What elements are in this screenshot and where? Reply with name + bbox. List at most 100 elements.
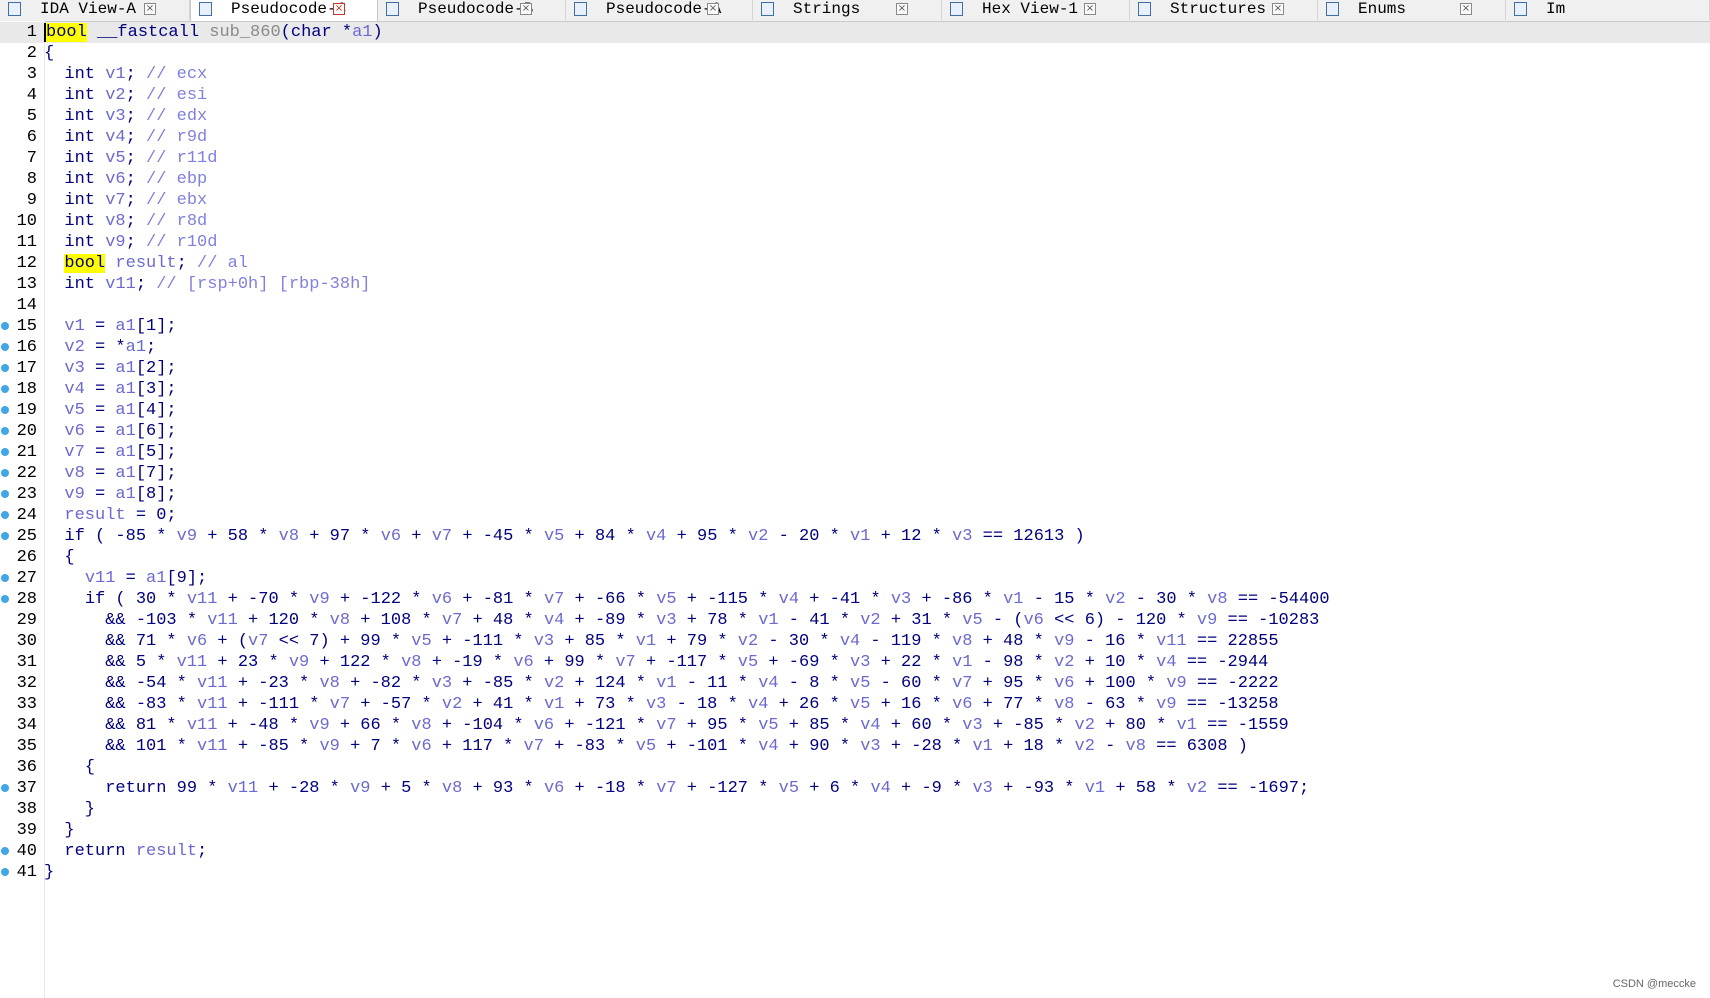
tab-label: Enums (1358, 0, 1407, 18)
code-text: v3 = a1[2]; (64, 359, 177, 378)
line-number: 35 (16, 737, 37, 756)
code-line[interactable]: 23 v9 = a1[8]; (0, 484, 1710, 505)
code-line[interactable]: 36 { (0, 757, 1710, 778)
code-text: && -83 * v11 + -111 * v7 + -57 * v2 + 41… (44, 695, 1279, 714)
code-line[interactable]: 2{ (0, 43, 1710, 64)
code-line[interactable]: 30 && 71 * v6 + (v7 << 7) + 99 * v5 + -1… (0, 631, 1710, 652)
line-number: 4 (26, 86, 37, 105)
line-number: 29 (16, 611, 37, 630)
disassembly-view-icon (8, 2, 21, 16)
code-line[interactable]: 13 int v11; // [rsp+0h] [rbp-38h] (0, 274, 1710, 295)
tab-label: Hex View-1 (982, 0, 1079, 18)
line-number: 13 (16, 275, 37, 294)
code-line[interactable]: 40 return result; (0, 841, 1710, 862)
line-number: 25 (16, 527, 37, 546)
line-number: 26 (16, 548, 37, 567)
pseudocode-icon (199, 2, 212, 16)
code-text: v1 = a1[1]; (64, 317, 177, 336)
line-number: 34 (16, 716, 37, 735)
line-number: 14 (16, 296, 37, 315)
close-tab-icon[interactable]: × (707, 3, 719, 15)
line-number: 16 (16, 338, 37, 357)
code-text: if ( -85 * v9 + 58 * v8 + 97 * v6 + v7 +… (64, 527, 1085, 546)
tab-ida-view-a[interactable]: IDA View-A × (0, 0, 190, 20)
line-number: 5 (26, 107, 37, 126)
tab-structures[interactable]: Structures × (1130, 0, 1318, 20)
code-line[interactable]: 25 if ( -85 * v9 + 58 * v8 + 97 * v6 + v… (0, 526, 1710, 547)
code-line[interactable]: 7 int v5; // r11d (0, 148, 1710, 169)
tab-hex-view-1[interactable]: Hex View-1 × (942, 0, 1130, 20)
code-line[interactable]: 37 return 99 * v11 + -28 * v9 + 5 * v8 +… (0, 778, 1710, 799)
code-line[interactable]: 39 } (0, 820, 1710, 841)
code-text: } (44, 800, 96, 819)
code-text: } (44, 821, 75, 840)
code-line[interactable]: 14 (0, 295, 1710, 316)
close-tab-icon[interactable]: × (520, 3, 532, 15)
code-line[interactable]: 8 int v6; // ebp (0, 169, 1710, 190)
pseudocode-editor[interactable]: 1 bool __fastcall sub_860(char *a1) 2{3 in… (0, 21, 1710, 998)
code-line[interactable]: 16 v2 = *a1; (0, 337, 1710, 358)
code-line[interactable]: 5 int v3; // edx (0, 106, 1710, 127)
code-line[interactable]: 28 if ( 30 * v11 + -70 * v9 + -122 * v6 … (0, 589, 1710, 610)
tab-pseudocode-c[interactable]: Pseudocode-C × (190, 0, 378, 21)
code-line[interactable]: 34 && 81 * v11 + -48 * v9 + 66 * v8 + -1… (0, 715, 1710, 736)
line-number: 40 (16, 842, 37, 861)
tab-pseudocode-b[interactable]: Pseudocode-B × (378, 0, 566, 20)
close-tab-icon[interactable]: × (1272, 3, 1284, 15)
line-number: 27 (16, 569, 37, 588)
tab-pseudocode-a[interactable]: Pseudocode-A × (566, 0, 753, 20)
code-line[interactable]: 29 && -103 * v11 + 120 * v8 + 108 * v7 +… (0, 610, 1710, 631)
tab-label: Strings (793, 0, 861, 18)
line-number: 19 (16, 401, 37, 420)
code-line[interactable]: 17 v3 = a1[2]; (0, 358, 1710, 379)
line-number: 1 (26, 23, 37, 42)
code-text: if ( 30 * v11 + -70 * v9 + -122 * v6 + -… (84, 590, 1330, 609)
close-tab-icon[interactable]: × (896, 3, 908, 15)
code-text: v6 = a1[6]; (64, 422, 177, 441)
code-text: v5 = a1[4]; (64, 401, 177, 420)
line-number: 24 (16, 506, 37, 525)
tab-enums[interactable]: Enums × (1318, 0, 1506, 20)
code-text: { (44, 548, 75, 567)
code-line[interactable]: 41} (0, 862, 1710, 883)
close-tab-icon[interactable]: × (1084, 3, 1096, 15)
line-number: 28 (16, 590, 37, 609)
code-line[interactable]: 27 v11 = a1[9]; (0, 568, 1710, 589)
code-line[interactable]: 4 int v2; // esi (0, 85, 1710, 106)
code-line[interactable]: 9 int v7; // ebx (0, 190, 1710, 211)
line-number: 41 (16, 863, 37, 882)
code-text: int v11; // [rsp+0h] [rbp-38h] (64, 275, 371, 294)
code-line[interactable]: 11 int v9; // r10d (0, 232, 1710, 253)
code-line[interactable]: 33 && -83 * v11 + -111 * v7 + -57 * v2 +… (0, 694, 1710, 715)
code-line[interactable]: 21 v7 = a1[5]; (0, 442, 1710, 463)
code-line[interactable]: 15 v1 = a1[1]; (0, 316, 1710, 337)
imports-icon (1514, 2, 1527, 16)
code-line[interactable]: 24 result = 0; (0, 505, 1710, 526)
code-text: v2 = *a1; (64, 338, 157, 357)
code-line[interactable]: 12 bool result; // al (0, 253, 1710, 274)
close-tab-icon[interactable]: × (1460, 3, 1472, 15)
code-line[interactable]: 38 } (0, 799, 1710, 820)
line-number: 10 (16, 212, 37, 231)
line-number: 23 (16, 485, 37, 504)
tab-strings[interactable]: Strings × (753, 0, 942, 20)
code-line[interactable]: 18 v4 = a1[3]; (0, 379, 1710, 400)
code-line[interactable]: 1 bool __fastcall sub_860(char *a1) (0, 22, 1710, 43)
code-line[interactable]: 6 int v4; // r9d (0, 127, 1710, 148)
close-tab-icon[interactable]: × (333, 3, 345, 15)
code-line[interactable]: 3 int v1; // ecx (0, 64, 1710, 85)
code-text: int v8; // r8d (64, 212, 208, 231)
code-line[interactable]: 31 && 5 * v11 + 23 * v9 + 122 * v8 + -19… (0, 652, 1710, 673)
code-line[interactable]: 32 && -54 * v11 + -23 * v8 + -82 * v3 + … (0, 673, 1710, 694)
code-line[interactable]: 20 v6 = a1[6]; (0, 421, 1710, 442)
code-line[interactable]: 10 int v8; // r8d (0, 211, 1710, 232)
line-number: 15 (16, 317, 37, 336)
code-text: v9 = a1[8]; (64, 485, 177, 504)
tab-im[interactable]: Im (1506, 0, 1710, 20)
close-tab-icon[interactable]: × (144, 3, 156, 15)
code-line[interactable]: 22 v8 = a1[7]; (0, 463, 1710, 484)
code-line[interactable]: 26 { (0, 547, 1710, 568)
code-line[interactable]: 19 v5 = a1[4]; (0, 400, 1710, 421)
code-text: int v6; // ebp (64, 170, 208, 189)
code-line[interactable]: 35 && 101 * v11 + -85 * v9 + 7 * v6 + 11… (0, 736, 1710, 757)
